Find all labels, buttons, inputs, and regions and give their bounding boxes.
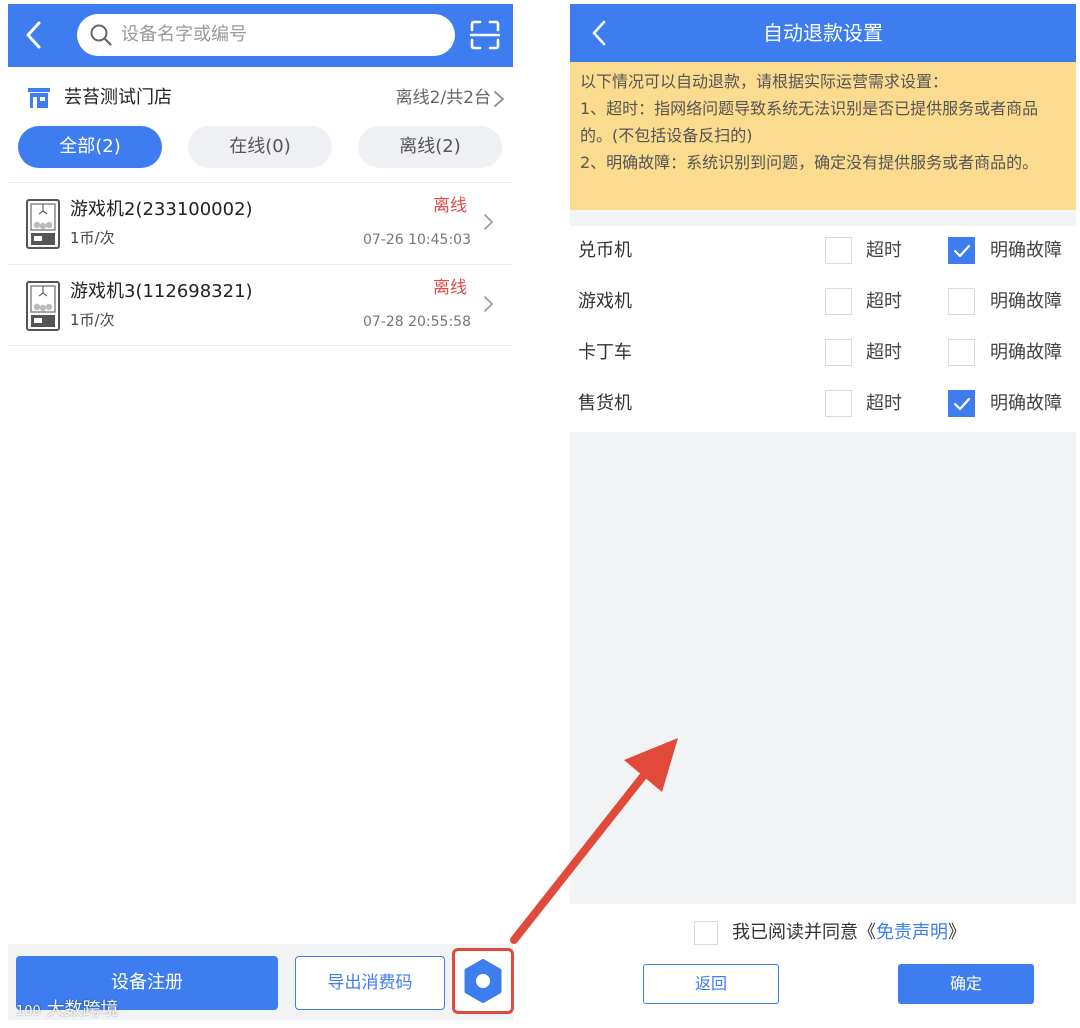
fault-label: 明确故障 bbox=[990, 291, 1062, 312]
fault-checkbox[interactable] bbox=[948, 237, 975, 264]
search-input[interactable]: 设备名字或编号 bbox=[77, 14, 455, 56]
store-device-count: 离线2/共2台 bbox=[395, 88, 491, 108]
check-icon bbox=[953, 244, 971, 258]
option-row-kart: 卡丁车 超时 明确故障 bbox=[570, 328, 1076, 379]
list-item[interactable]: 游戏机3(112698321) 1币/次 离线 07-28 20:55:58 bbox=[8, 264, 513, 346]
gear-icon bbox=[464, 959, 502, 1003]
divider bbox=[570, 210, 1076, 226]
watermark: 100 大数跨境 bbox=[16, 997, 119, 1025]
watermark-logo: 100 bbox=[16, 1004, 41, 1019]
page-title: 自动退款设置 bbox=[763, 21, 883, 45]
chevron-right-icon bbox=[484, 296, 493, 312]
timeout-checkbox[interactable] bbox=[825, 339, 852, 366]
option-row-game-machine: 游戏机 超时 明确故障 bbox=[570, 277, 1076, 328]
scan-icon[interactable] bbox=[470, 20, 500, 50]
auto-refund-settings-screen: 自动退款设置 以下情况可以自动退款，请根据实际运营需求设置： 1、超时：指网络问… bbox=[570, 4, 1076, 1020]
notice-line: 以下情况可以自动退款，请根据实际运营需求设置： bbox=[580, 72, 949, 91]
row-label: 售货机 bbox=[578, 393, 632, 414]
row-label: 卡丁车 bbox=[578, 342, 632, 363]
agree-checkbox[interactable] bbox=[694, 921, 718, 945]
tab-all[interactable]: 全部(2) bbox=[18, 126, 162, 168]
device-price: 1币/次 bbox=[70, 229, 115, 247]
confirm-button[interactable]: 确定 bbox=[898, 964, 1034, 1004]
search-icon bbox=[90, 24, 112, 46]
store-name: 芸苔测试门店 bbox=[64, 87, 172, 108]
timeout-label: 超时 bbox=[866, 393, 902, 414]
notice-line: 1、超时：指网络问题导致系统无法识别是否已提供服务或者商品的。(不包括设备反扫的… bbox=[580, 99, 1039, 145]
timeout-label: 超时 bbox=[866, 240, 902, 261]
fault-label: 明确故障 bbox=[990, 342, 1062, 363]
fault-checkbox[interactable] bbox=[948, 288, 975, 315]
watermark-text: 大数跨境 bbox=[46, 999, 119, 1020]
fault-label: 明确故障 bbox=[990, 393, 1062, 414]
device-status: 离线 bbox=[433, 278, 467, 298]
timeout-checkbox[interactable] bbox=[825, 390, 852, 417]
fault-label: 明确故障 bbox=[990, 240, 1062, 261]
back-button[interactable]: 返回 bbox=[643, 964, 779, 1004]
agree-text-end: 》 bbox=[948, 922, 966, 943]
settings-button[interactable] bbox=[452, 948, 514, 1014]
tab-offline[interactable]: 离线(2) bbox=[358, 126, 502, 168]
disclaimer-link[interactable]: 免责声明 bbox=[876, 922, 948, 943]
claw-machine-icon bbox=[26, 281, 60, 331]
filter-tabs: 全部(2) 在线(0) 离线(2) bbox=[8, 126, 513, 170]
fault-checkbox[interactable] bbox=[948, 390, 975, 417]
row-label: 兑币机 bbox=[578, 240, 632, 261]
chevron-right-icon bbox=[484, 214, 493, 230]
notice-line: 2、明确故障：系统识别到问题，确定没有提供服务或者商品的。 bbox=[580, 153, 1039, 172]
row-label: 游戏机 bbox=[578, 291, 632, 312]
search-placeholder: 设备名字或编号 bbox=[121, 24, 247, 45]
fault-checkbox[interactable] bbox=[948, 339, 975, 366]
refund-options-list: 兑币机 超时 明确故障 游戏机 超时 明确故障 卡丁车 超时 明确故障 售货机 … bbox=[570, 226, 1076, 432]
device-list-screen: 设备名字或编号 芸苔测试门店 离线2/共2台 全部(2) 在线(0) 离线(2) bbox=[8, 4, 514, 1020]
agree-text-group: 我已阅读并同意《免责声明》 bbox=[732, 919, 966, 947]
list-item[interactable]: 游戏机2(233100002) 1币/次 离线 07-26 10:45:03 bbox=[8, 182, 513, 264]
timeout-label: 超时 bbox=[866, 291, 902, 312]
option-row-vending-machine: 售货机 超时 明确故障 bbox=[570, 379, 1076, 430]
device-time: 07-28 20:55:58 bbox=[362, 314, 471, 330]
option-row-coin-machine: 兑币机 超时 明确故障 bbox=[570, 226, 1076, 277]
top-bar: 设备名字或编号 bbox=[8, 4, 513, 67]
device-time: 07-26 10:45:03 bbox=[362, 232, 471, 248]
top-bar: 自动退款设置 bbox=[570, 4, 1076, 62]
content-area bbox=[570, 432, 1076, 904]
store-icon bbox=[28, 88, 50, 108]
device-price: 1币/次 bbox=[70, 311, 115, 329]
device-status: 离线 bbox=[433, 196, 467, 216]
back-icon[interactable] bbox=[22, 20, 46, 50]
store-row[interactable]: 芸苔测试门店 离线2/共2台 bbox=[8, 68, 513, 128]
chevron-right-icon bbox=[494, 91, 504, 107]
timeout-label: 超时 bbox=[866, 342, 902, 363]
timeout-checkbox[interactable] bbox=[825, 237, 852, 264]
timeout-checkbox[interactable] bbox=[825, 288, 852, 315]
claw-machine-icon bbox=[26, 199, 60, 249]
notice-panel: 以下情况可以自动退款，请根据实际运营需求设置： 1、超时：指网络问题导致系统无法… bbox=[570, 62, 1076, 210]
agree-text: 我已阅读并同意《 bbox=[732, 922, 876, 943]
export-code-button[interactable]: 导出消费码 bbox=[295, 956, 445, 1010]
tab-online[interactable]: 在线(0) bbox=[188, 126, 332, 168]
device-name: 游戏机3(112698321) bbox=[70, 281, 253, 302]
check-icon bbox=[953, 397, 971, 411]
device-name: 游戏机2(233100002) bbox=[70, 199, 253, 220]
